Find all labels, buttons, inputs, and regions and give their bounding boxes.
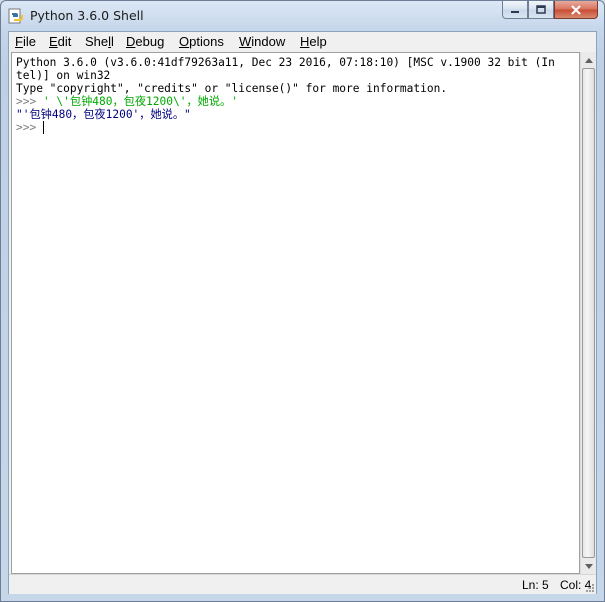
arrow-down-icon — [584, 563, 593, 569]
banner-line: Python 3.6.0 (v3.6.0:41df79263a11, Dec 2… — [16, 56, 555, 69]
window-title: Python 3.6.0 Shell — [30, 8, 144, 23]
minimize-icon — [511, 10, 519, 13]
close-icon — [571, 4, 581, 15]
menu-shell[interactable]: Shell — [85, 34, 114, 49]
status-bar: Ln: 5 Col: 4 — [9, 574, 596, 594]
menu-options[interactable]: Options — [179, 34, 224, 49]
idle-shell-window: Python 3.6.0 Shell File Edit Shell Debug… — [0, 0, 605, 602]
minimize-button[interactable] — [502, 1, 528, 19]
maximize-button[interactable] — [528, 1, 554, 19]
client-area: File Edit Shell Debug Options Window Hel… — [8, 31, 597, 594]
text-cursor — [42, 121, 44, 134]
python-idle-icon — [8, 7, 24, 25]
current-input-line[interactable]: >>> — [16, 121, 44, 134]
banner-line: Type "copyright", "credits" or "license(… — [16, 82, 448, 95]
shell-prompt: >>> — [16, 95, 43, 108]
menu-edit[interactable]: Edit — [49, 34, 71, 49]
output-line: "'包钟480，包夜1200'，她说。" — [16, 108, 191, 121]
scroll-up-button[interactable] — [581, 52, 596, 68]
caption-buttons — [502, 1, 598, 21]
close-button[interactable] — [554, 1, 598, 19]
resize-grip-icon[interactable] — [585, 583, 595, 593]
scroll-down-button[interactable] — [581, 558, 596, 574]
vertical-scrollbar[interactable] — [580, 52, 596, 574]
scrollbar-thumb[interactable] — [582, 68, 595, 558]
menu-window[interactable]: Window — [239, 34, 285, 49]
menu-help[interactable]: Help — [300, 34, 327, 49]
menu-bar: File Edit Shell Debug Options Window Hel… — [9, 32, 596, 52]
title-bar[interactable]: Python 3.6.0 Shell — [1, 1, 604, 31]
shell-text-area[interactable]: Python 3.6.0 (v3.6.0:41df79263a11, Dec 2… — [11, 52, 580, 574]
arrow-up-icon — [584, 57, 593, 63]
menu-file[interactable]: File — [15, 34, 36, 49]
shell-prompt: >>> — [16, 121, 43, 134]
banner-line: tel)] on win32 — [16, 69, 111, 82]
input-code: ' \'包钟480，包夜1200\'，她说。' — [42, 95, 238, 108]
menu-debug[interactable]: Debug — [126, 34, 164, 49]
input-line: >>> ' \'包钟480，包夜1200\'，她说。' — [16, 95, 238, 108]
line-number: Ln: 5 — [522, 578, 549, 592]
maximize-icon — [536, 5, 546, 14]
